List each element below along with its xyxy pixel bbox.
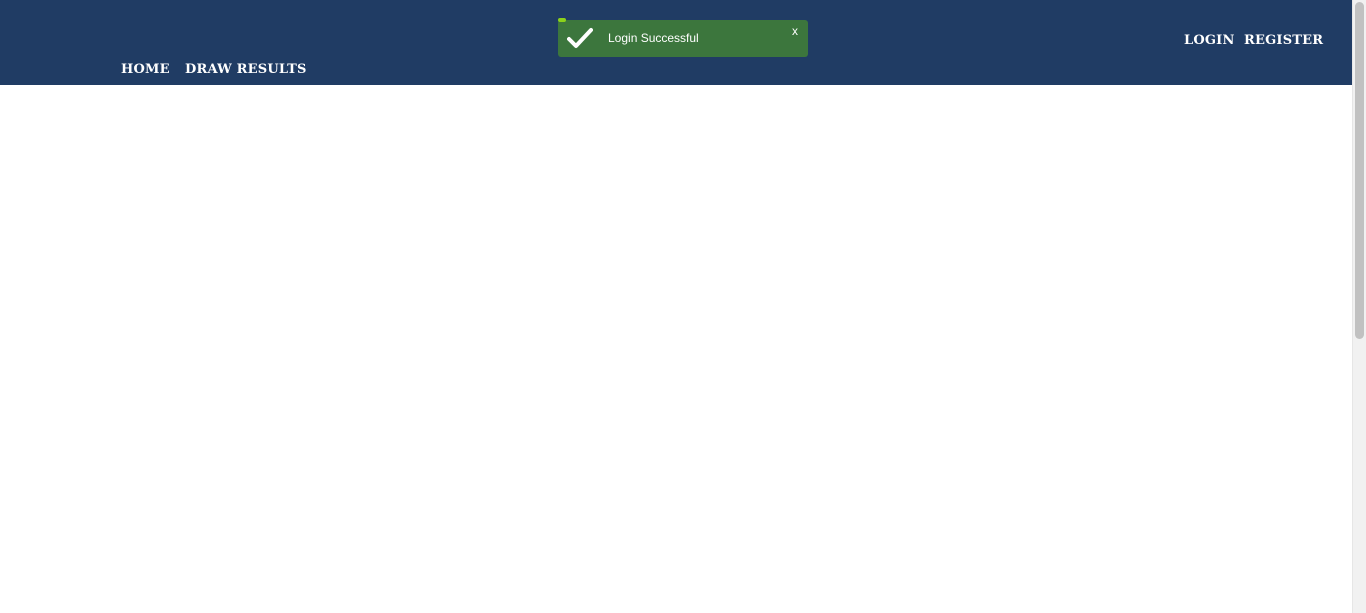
success-toast: Login Successful x bbox=[558, 18, 808, 57]
nav-draw-results-link[interactable]: DRAW RESULTS bbox=[185, 62, 307, 77]
toast-message: Login Successful bbox=[608, 31, 699, 45]
page: HOME DRAW RESULTS LOGIN REGISTER Login S… bbox=[0, 0, 1366, 613]
toast-progress-bar bbox=[558, 18, 566, 22]
nav-login-link[interactable]: LOGIN bbox=[1184, 33, 1235, 48]
nav-home-link[interactable]: HOME bbox=[121, 62, 170, 77]
nav-register-link[interactable]: REGISTER bbox=[1244, 33, 1323, 48]
toast-close-button[interactable]: x bbox=[792, 24, 798, 38]
checkmark-icon bbox=[567, 28, 593, 48]
scrollbar-thumb[interactable] bbox=[1355, 2, 1364, 339]
vertical-scrollbar[interactable] bbox=[1352, 0, 1366, 613]
